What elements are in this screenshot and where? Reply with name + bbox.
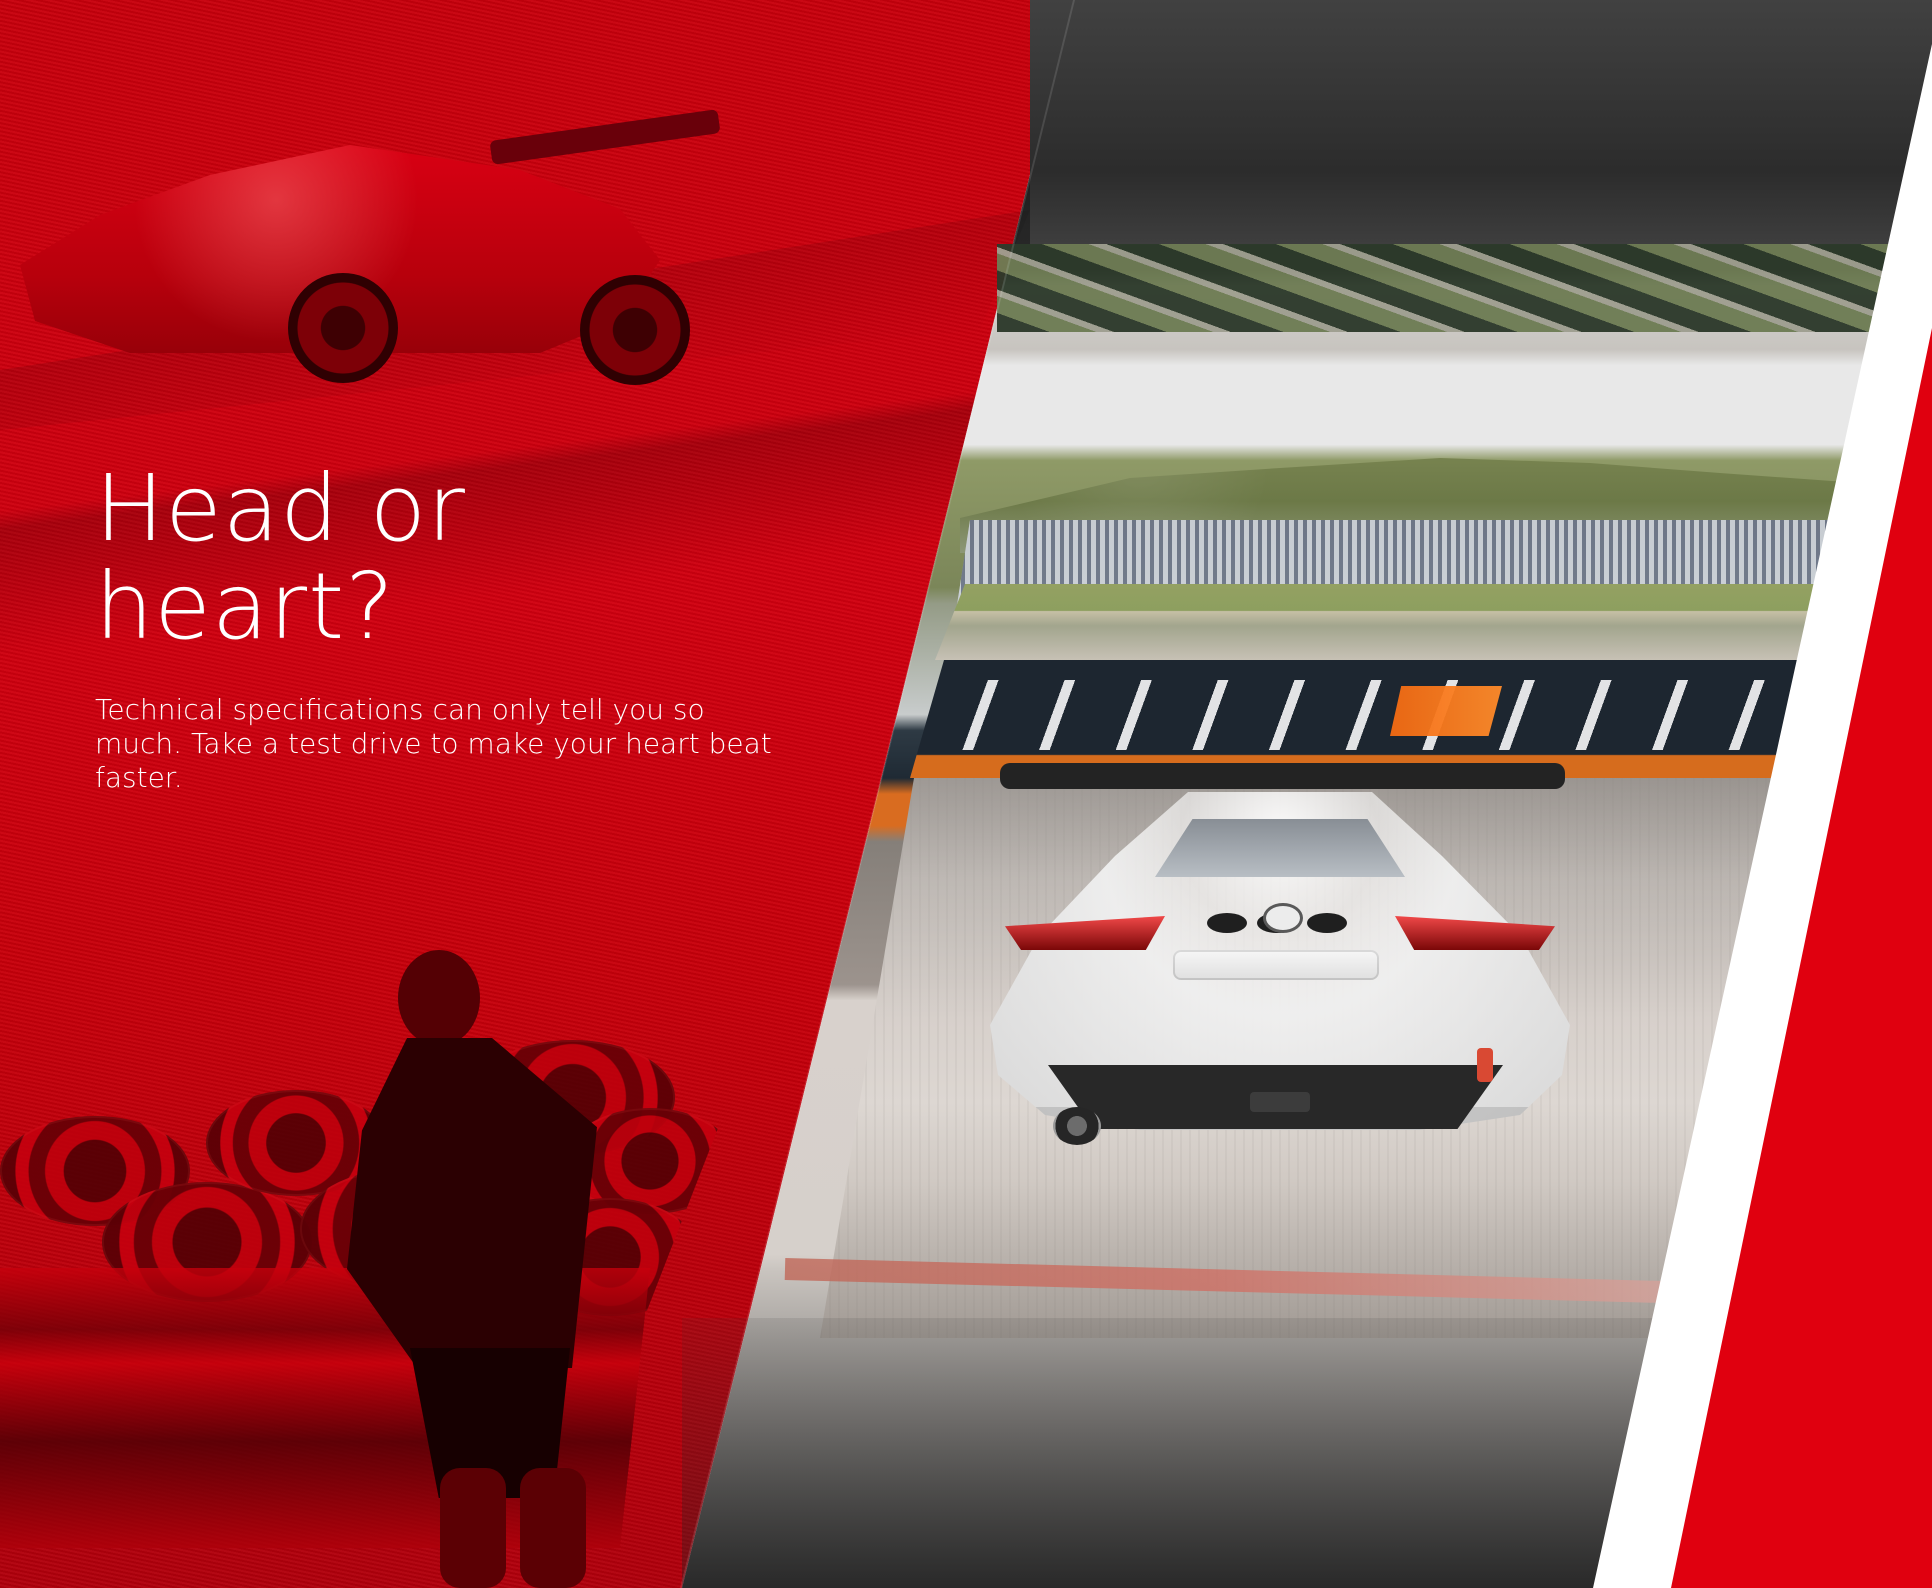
exhaust-shape (1053, 1107, 1101, 1145)
top-race-car-image (20, 105, 740, 395)
mechanic-head-shape (398, 950, 480, 1046)
license-plate-shape (1173, 950, 1379, 980)
mechanic-torso-shape (347, 1038, 597, 1368)
vent-shape (1307, 913, 1347, 933)
brochure-page: Head or heart? Technical specifications … (0, 0, 1932, 1588)
logo-emblem-shape (1263, 903, 1303, 933)
mechanic-leg-shape (440, 1468, 506, 1588)
body-copy: Technical specifications can only tell y… (95, 693, 772, 795)
rear-window-shape (1155, 819, 1405, 877)
canopy-image (997, 244, 1932, 332)
front-wheel-shape (288, 273, 398, 383)
rear-wing-shape (489, 109, 721, 165)
headline-copy-block: Head or heart? Technical specifications … (95, 460, 795, 796)
pit-roof-image (1030, 0, 1932, 245)
spoiler-shape (1000, 763, 1565, 789)
center-light-shape (1250, 1092, 1310, 1112)
page-title: Head or heart? (95, 455, 466, 660)
mechanic-image (340, 950, 640, 1588)
mechanic-leg-shape (520, 1468, 586, 1588)
race-car-image (950, 715, 1610, 1185)
track-background-image (935, 584, 1835, 660)
vent-shape (1207, 913, 1247, 933)
rear-wheel-shape (580, 275, 690, 385)
tow-hook-shape (1477, 1048, 1493, 1082)
